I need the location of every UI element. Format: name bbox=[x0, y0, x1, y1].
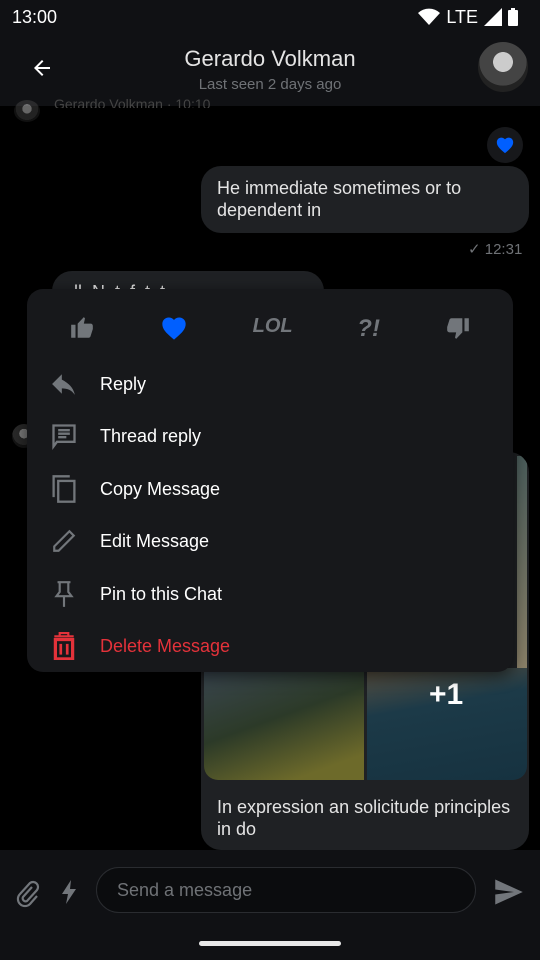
gallery-image[interactable] bbox=[204, 668, 364, 780]
sender-meta: Gerardo Volkman · 10:10 bbox=[54, 96, 211, 108]
thumbs-down-icon[interactable] bbox=[445, 315, 471, 341]
pencil-icon bbox=[52, 529, 75, 552]
network-label: LTE bbox=[446, 6, 478, 27]
more-count: +1 bbox=[429, 678, 464, 711]
last-seen-status: Last seen 2 days ago bbox=[198, 76, 342, 93]
status-time: 13:00 bbox=[12, 6, 58, 27]
reaction-badge[interactable] bbox=[487, 127, 523, 163]
message-time: 12:31 bbox=[484, 241, 523, 258]
menu-item-reply[interactable]: Reply bbox=[27, 358, 513, 410]
menu-item-label: Edit Message bbox=[100, 530, 210, 551]
battery-icon bbox=[508, 8, 518, 26]
menu-item-label: Delete Message bbox=[100, 635, 231, 656]
home-indicator[interactable] bbox=[199, 941, 341, 946]
menu-item-label: Thread reply bbox=[100, 425, 202, 446]
menu-item-label: Pin to this Chat bbox=[100, 583, 223, 604]
menu-item-delete-message[interactable]: Delete Message bbox=[27, 620, 513, 672]
wifi-icon bbox=[418, 8, 441, 25]
commands-lightning-icon[interactable] bbox=[62, 880, 76, 904]
menu-item-copy-message[interactable]: Copy Message bbox=[27, 463, 513, 515]
thumbs-up-icon[interactable] bbox=[69, 315, 95, 341]
wut-icon[interactable]: ?! bbox=[357, 315, 380, 343]
copy-icon bbox=[51, 475, 76, 503]
reply-icon bbox=[51, 374, 75, 395]
attachment-icon[interactable] bbox=[16, 880, 40, 908]
lol-icon[interactable]: LOL bbox=[253, 315, 293, 343]
reaction-bar: LOL ?! bbox=[27, 315, 513, 343]
message-input[interactable]: Send a message bbox=[96, 867, 476, 913]
gallery-image[interactable] bbox=[517, 456, 527, 668]
gallery-image-more[interactable]: +1 bbox=[367, 668, 527, 780]
status-bar: 13:00 LTE bbox=[0, 0, 540, 34]
avatar[interactable] bbox=[478, 42, 528, 92]
send-icon[interactable] bbox=[494, 878, 524, 906]
menu-item-thread-reply[interactable]: Thread reply bbox=[27, 410, 513, 462]
message-status: ✓ 12:31 bbox=[468, 240, 522, 258]
menu-item-label: Reply bbox=[100, 373, 147, 394]
check-icon: ✓ bbox=[468, 241, 485, 258]
heart-icon bbox=[496, 137, 514, 154]
sender-avatar bbox=[14, 100, 40, 122]
trash-icon bbox=[53, 632, 74, 660]
thread-icon bbox=[51, 424, 76, 450]
pin-icon bbox=[53, 581, 74, 607]
chat-title: Gerardo Volkman bbox=[184, 46, 356, 71]
menu-item-pin[interactable]: Pin to this Chat bbox=[27, 568, 513, 620]
outgoing-message[interactable]: He immediate sometimes or to dependent i… bbox=[201, 166, 529, 233]
message-options-menu: LOL ?! Reply Thread reply Copy Message E… bbox=[27, 289, 513, 672]
heart-icon[interactable] bbox=[160, 315, 188, 341]
menu-item-label: Copy Message bbox=[100, 478, 221, 499]
gallery-caption: In expression an solicitude principles i… bbox=[217, 797, 511, 839]
menu-item-edit-message[interactable]: Edit Message bbox=[27, 515, 513, 567]
signal-icon bbox=[484, 8, 502, 26]
